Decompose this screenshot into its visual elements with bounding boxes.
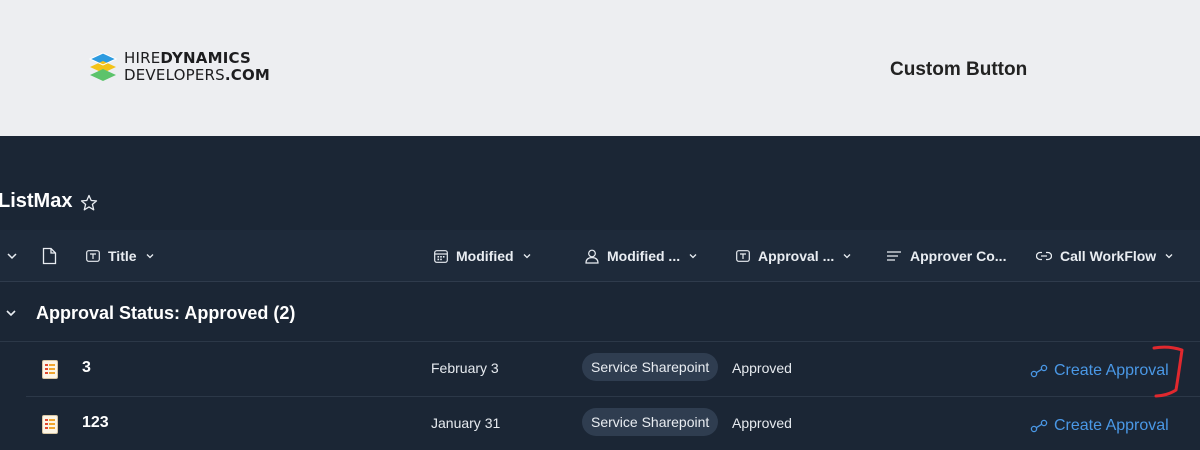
document-icon	[42, 247, 57, 265]
logo-developers: DEVELOPERS	[124, 66, 225, 84]
column-label-modified-by: Modified ...	[607, 248, 681, 264]
row-modified: January 31	[431, 415, 501, 431]
row-title[interactable]: 123	[82, 414, 109, 432]
annotation-bracket	[1152, 345, 1184, 398]
column-header-modified-by[interactable]: Modified ...	[585, 230, 698, 282]
logo-com: .COM	[224, 66, 271, 84]
calendar-icon	[434, 249, 448, 263]
chevron-down-icon	[7, 253, 17, 260]
column-header-approver-comments[interactable]: Approver Co...	[886, 230, 1006, 282]
list-title: ListMax	[0, 190, 73, 212]
row-approval-status: Approved	[732, 415, 792, 431]
person-icon	[585, 249, 599, 264]
group-label: Approval Status: Approved (2)	[36, 303, 296, 323]
chevron-down-icon	[523, 254, 531, 259]
chevron-down-icon	[146, 254, 153, 259]
chevron-down-icon	[843, 254, 851, 259]
text-field-icon	[736, 250, 750, 262]
layers-logo-icon	[88, 52, 118, 81]
column-label-approval: Approval ...	[758, 248, 835, 264]
column-label-modified: Modified	[456, 248, 514, 264]
banner: HIREDYNAMICS DEVELOPERS.COM Custom Butto…	[0, 0, 1200, 136]
column-label-title: Title	[108, 248, 137, 264]
column-header-row: Title Modified Modified ... Approval ...…	[0, 230, 1200, 282]
chevron-down-icon	[689, 254, 697, 259]
text-field-icon	[86, 250, 100, 262]
logo-dynamics: DYNAMICS	[160, 49, 251, 67]
modified-by-pill[interactable]: Service Sharepoint	[582, 408, 719, 436]
select-all-chevron[interactable]	[6, 230, 18, 282]
row-approval-status: Approved	[732, 360, 792, 376]
table-row[interactable]: 3 February 3 Service Sharepoint Approved…	[26, 343, 1200, 397]
chevron-down-icon[interactable]	[4, 306, 18, 320]
group-header-approved[interactable]: Approval Status: Approved (2)	[0, 284, 1200, 342]
file-type-header[interactable]	[42, 230, 57, 282]
column-header-approval[interactable]: Approval ...	[736, 230, 852, 282]
column-label-approver-comments: Approver Co...	[910, 248, 1007, 264]
table-row[interactable]: 123 January 31 Service Sharepoint Approv…	[26, 398, 1200, 450]
row-title[interactable]: 3	[82, 359, 91, 377]
column-header-modified[interactable]: Modified	[434, 230, 532, 282]
column-header-title[interactable]: Title	[86, 230, 155, 282]
workflow-icon	[1030, 419, 1048, 433]
banner-title: Custom Button	[890, 59, 1028, 80]
column-label-call-workflow: Call WorkFlow	[1060, 248, 1157, 264]
brand-logo: HIREDYNAMICS DEVELOPERS.COM	[86, 50, 270, 84]
chevron-down-icon	[1165, 254, 1173, 259]
list-item-icon	[42, 415, 58, 434]
favorite-star-icon[interactable]	[80, 194, 98, 212]
create-approval-label: Create Approval	[1054, 417, 1169, 434]
row-modified: February 3	[431, 360, 499, 376]
link-icon	[1036, 251, 1052, 261]
logo-hire: HIRE	[124, 49, 161, 67]
create-approval-link[interactable]: Create Approval	[1030, 417, 1169, 435]
list-item-icon	[42, 360, 58, 379]
modified-by-pill[interactable]: Service Sharepoint	[582, 353, 719, 381]
logo-wordmark: HIREDYNAMICS DEVELOPERS.COM	[124, 50, 270, 84]
workflow-icon	[1030, 364, 1048, 378]
column-header-call-workflow[interactable]: Call WorkFlow	[1036, 230, 1174, 282]
multiline-text-icon	[887, 251, 901, 261]
